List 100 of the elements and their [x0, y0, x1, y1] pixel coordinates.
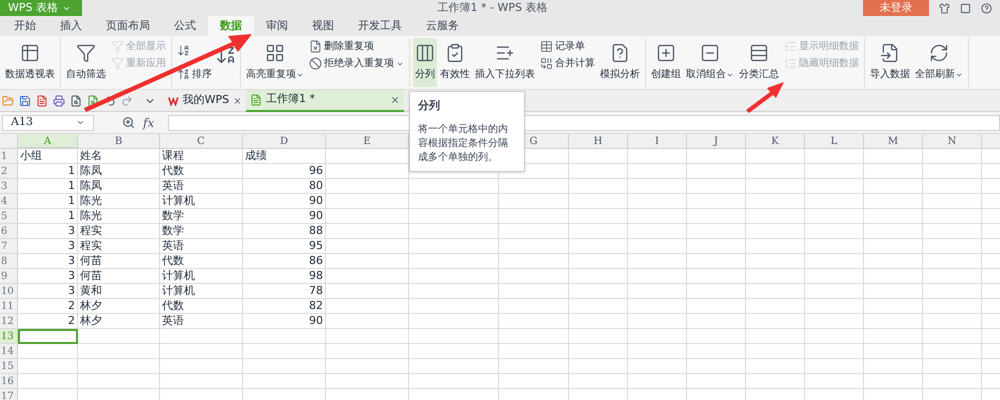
ribbon-button[interactable]: 插入下拉列表 — [473, 38, 537, 87]
row-header[interactable]: 7 — [0, 239, 18, 253]
table-cell: 1 — [68, 194, 75, 207]
row-header[interactable]: 6 — [0, 224, 18, 238]
close-icon[interactable] — [233, 96, 242, 106]
columns-icon — [415, 43, 435, 63]
ribbon-tab[interactable]: 插入 — [48, 16, 94, 36]
row-header[interactable]: 1 — [0, 149, 18, 163]
table-cell: 90 — [309, 209, 323, 222]
ribbon-small-button[interactable]: 拒绝录入重复项 — [307, 55, 406, 72]
column-header[interactable]: J — [687, 134, 746, 149]
zoom-icon[interactable] — [122, 116, 135, 129]
table-cell: 何苗 — [80, 254, 102, 267]
ribbon-button[interactable]: 模拟分析 — [598, 38, 642, 87]
column-header[interactable]: I — [628, 134, 687, 149]
row-header[interactable]: 10 — [0, 284, 18, 298]
filter-icon — [111, 40, 124, 53]
row-header[interactable]: 2 — [0, 164, 18, 178]
ribbon-button[interactable]: 自动筛选 — [64, 38, 108, 87]
table-cell: 何苗 — [80, 269, 102, 282]
table-cell: 3 — [68, 224, 75, 237]
table-cell: 计算机 — [162, 194, 195, 207]
ribbon-tab[interactable]: 审阅 — [254, 16, 300, 36]
ribbon-small-button[interactable]: 记录单 — [538, 38, 597, 55]
table-cell: 3 — [68, 284, 75, 297]
document-tab[interactable]: 我的WPS — [164, 90, 246, 112]
column-header[interactable]: M — [864, 134, 923, 149]
combine-icon — [540, 57, 553, 70]
ribbon-tab[interactable]: 页面布局 — [94, 16, 162, 36]
skin-icon[interactable] — [939, 2, 950, 14]
ribbon-button[interactable]: 全部刷新 — [913, 38, 965, 87]
ribbon-small-button[interactable]: 删除重复项 — [307, 38, 406, 55]
redo-icon[interactable] — [121, 94, 133, 106]
table-cell: 英语 — [162, 239, 184, 252]
document-tab[interactable]: 工作簿1 * — [246, 90, 404, 112]
column-header[interactable]: D — [243, 134, 326, 149]
ribbon-button[interactable]: 创建组 — [649, 38, 683, 87]
row-header[interactable]: 9 — [0, 269, 18, 283]
row-header[interactable]: 12 — [0, 314, 18, 328]
table-cell: 代数 — [162, 299, 184, 312]
column-header[interactable]: K — [746, 134, 805, 149]
table-cell: 程实 — [80, 239, 102, 252]
table-cell: 课程 — [162, 149, 184, 162]
table-cell: 1 — [68, 209, 75, 222]
list-collapse-icon — [784, 57, 797, 70]
ribbon-button[interactable]: 有效性 — [438, 38, 472, 87]
table-cell: 3 — [68, 269, 75, 282]
table-cell: 计算机 — [162, 269, 195, 282]
save-icon[interactable] — [19, 94, 31, 106]
row-header[interactable]: 11 — [0, 299, 18, 313]
table-cell: 98 — [309, 269, 323, 282]
ribbon-button[interactable]: 分类汇总 — [737, 38, 781, 87]
ribbon-button[interactable]: 导入数据 — [868, 38, 912, 87]
table-cell: 3 — [68, 254, 75, 267]
function-button[interactable]: fx — [143, 114, 154, 132]
row-header[interactable]: 14 — [0, 344, 18, 358]
column-header[interactable]: B — [78, 134, 160, 149]
plus-square-icon — [656, 43, 676, 63]
name-box[interactable]: A13 — [2, 114, 94, 130]
ribbon-tab[interactable]: 公式 — [162, 16, 208, 36]
logo-icon — [168, 96, 179, 106]
row-header[interactable]: 5 — [0, 209, 18, 223]
table-cell: 2 — [68, 314, 75, 327]
column-header[interactable]: N — [923, 134, 982, 149]
ribbon-tab[interactable]: 开发工具 — [346, 16, 414, 36]
table-cell: 代数 — [162, 254, 184, 267]
cell-cursor[interactable] — [18, 329, 78, 344]
row-header[interactable]: 15 — [0, 359, 18, 373]
print-preview-icon[interactable] — [70, 94, 82, 106]
row-header[interactable]: 16 — [0, 374, 18, 388]
table-cell: 陈光 — [80, 209, 102, 222]
ribbon-tab[interactable]: 开始 — [2, 16, 48, 36]
pdf-icon[interactable] — [36, 94, 48, 106]
table-cell: 小组 — [20, 149, 42, 162]
ribbon-tab[interactable]: 数据 — [208, 16, 254, 36]
ribbon-small-button[interactable]: 合并计算 — [538, 55, 597, 72]
ribbon-button[interactable]: 数据透视表 — [3, 38, 57, 87]
table-cell: 1 — [68, 179, 75, 192]
table-cell: 林夕 — [80, 314, 102, 327]
table-cell: 英语 — [162, 314, 184, 327]
close-icon[interactable] — [390, 94, 400, 104]
print-icon[interactable] — [53, 94, 65, 106]
ribbon-button[interactable]: 取消组合 — [684, 38, 736, 87]
column-header[interactable]: L — [805, 134, 864, 149]
table-cell: 96 — [309, 164, 323, 177]
ribbon-tab[interactable]: 云服务 — [414, 16, 471, 36]
row-header[interactable]: 8 — [0, 254, 18, 268]
row-header[interactable]: 17 — [0, 389, 18, 400]
table-icon — [540, 40, 553, 53]
ribbon-button[interactable]: 分列 — [413, 38, 437, 87]
column-header[interactable]: H — [569, 134, 628, 149]
table-cell: 78 — [309, 284, 323, 297]
ribbon-button[interactable]: 高亮重复项 — [244, 38, 306, 87]
help-icon[interactable] — [981, 2, 992, 14]
table-cell: 林夕 — [80, 299, 102, 312]
column-header[interactable]: C — [160, 134, 243, 149]
row-header[interactable]: 4 — [0, 194, 18, 208]
row-header[interactable]: 3 — [0, 179, 18, 193]
ribbon-tab[interactable]: 视图 — [300, 16, 346, 36]
window-icon[interactable] — [960, 2, 971, 14]
